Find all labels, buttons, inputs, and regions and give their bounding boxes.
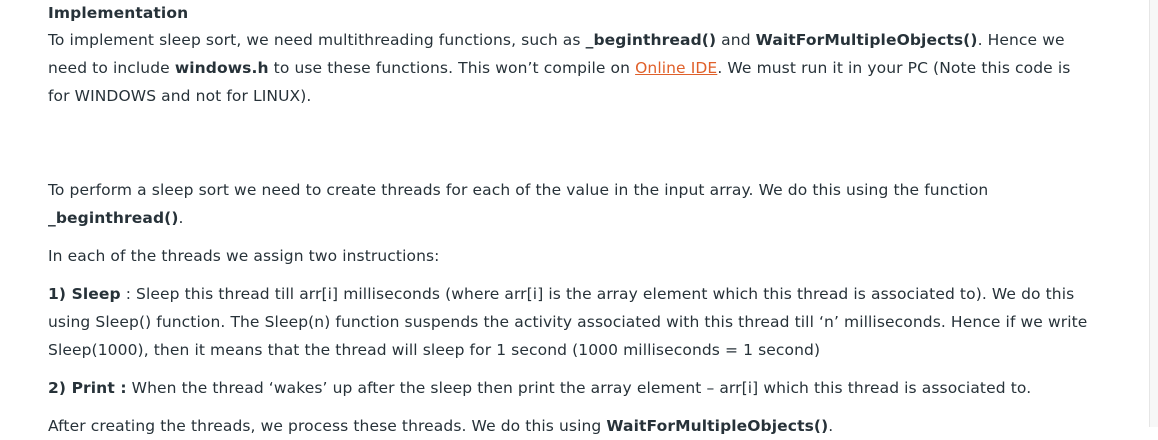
- step-label: 1) Sleep: [48, 285, 121, 303]
- text: To perform a sleep sort we need to creat…: [48, 181, 989, 199]
- text: to use these functions. This won’t compi…: [268, 59, 636, 77]
- code-term: WaitForMultipleObjects(): [606, 417, 829, 435]
- text: .: [178, 209, 184, 227]
- paragraph-sleep: 1) Sleep : Sleep this thread till arr[i]…: [48, 280, 1088, 364]
- text: : Sleep this thread till arr[i] millisec…: [48, 285, 1088, 359]
- scrollbar-track[interactable]: [1149, 0, 1158, 427]
- section-heading: Implementation: [48, 4, 189, 22]
- paragraph-instructions: In each of the threads we assign two ins…: [48, 242, 1088, 270]
- paragraph-threads: To perform a sleep sort we need to creat…: [48, 176, 1088, 232]
- text: and: [716, 31, 756, 49]
- step-label: 2) Print :: [48, 379, 127, 397]
- text: When the thread ‘wakes’ up after the sle…: [126, 379, 1032, 397]
- text: To implement sleep sort, we need multith…: [48, 31, 586, 49]
- code-term: windows.h: [174, 59, 269, 77]
- article-body: Implementation To implement sleep sort, …: [48, 0, 1088, 440]
- paragraph-print: 2) Print : When the thread ‘wakes’ up af…: [48, 374, 1088, 402]
- code-term: _beginthread(): [48, 209, 179, 227]
- online-ide-link[interactable]: Online IDE: [635, 59, 717, 77]
- paragraph-intro: To implement sleep sort, we need multith…: [48, 26, 1088, 110]
- paragraph-process: After creating the threads, we process t…: [48, 412, 1088, 440]
- code-term: WaitForMultipleObjects(): [755, 31, 978, 49]
- text: In each of the threads we assign two ins…: [48, 247, 440, 265]
- code-term: _beginthread(): [585, 31, 717, 49]
- text: After creating the threads, we process t…: [48, 417, 607, 435]
- text: .: [828, 417, 834, 435]
